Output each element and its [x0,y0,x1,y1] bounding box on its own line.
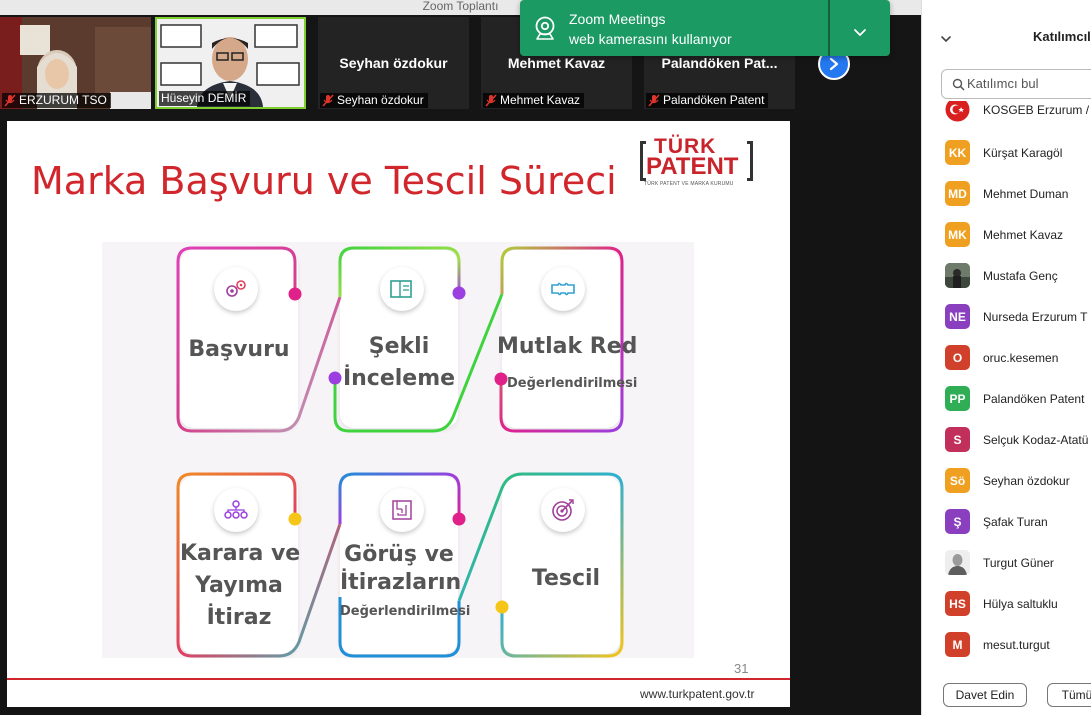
participant-name: Seyhan özdokur [983,474,1070,488]
participant-row[interactable]: KK Kürşat Karagöl [922,136,1091,177]
panel-collapse-button[interactable] [940,30,952,48]
participant-avatar: NE [945,304,970,329]
participant-search[interactable] [941,69,1091,99]
participant-avatar: KK [945,140,970,165]
chevron-right-icon [829,57,839,71]
step-label-basvuru: Başvuru [188,337,290,362]
notification-expand-button[interactable] [853,24,867,42]
participant-name: Turgut Güner [983,556,1054,570]
notification-title: Zoom Meetings [569,11,666,27]
slide-footer-line [7,678,790,680]
notification-divider [828,0,830,56]
video-tile-seyhan-ozdokur[interactable]: Seyhan özdokur Seyhan özdokur [318,17,469,109]
gears-icon [214,267,258,311]
video-tile-erzurum-tso[interactable]: ERZURUM TSO [0,17,151,109]
participant-row[interactable]: KOSGEB Erzurum / [922,101,1091,134]
step-label-sekli-line1: Şekli [368,334,430,359]
muted-mic-icon [322,94,334,107]
step-label-mutlak-red: Mutlak Red [497,334,638,359]
participant-avatar: M [945,632,970,657]
step-label-karara-line1: Karara ve [180,541,301,566]
participant-list: KOSGEB Erzurum / KK Kürşat Karagöl MD Me… [922,101,1091,661]
participant-avatar: Ş [945,509,970,534]
person-photo-avatar-icon [945,550,970,575]
participant-row[interactable]: Mustafa Genç [922,259,1091,300]
participant-name: Mehmet Duman [983,187,1069,201]
participant-row[interactable]: M mesut.turgut [922,628,1091,661]
participant-row[interactable]: MK Mehmet Kavaz [922,218,1091,259]
video-tile-huseyin-demir[interactable]: Hüseyin DEMİR [155,17,306,109]
participant-name: oruc.kesemen [983,351,1059,365]
name-tag: Seyhan özdokur [320,93,428,108]
document-inspect-icon [380,267,424,311]
participant-avatar: O [945,345,970,370]
webcam-usage-notification[interactable]: Zoom Meetings web kamerasını kullanıyor [520,0,890,56]
participant-row[interactable]: MD Mehmet Duman [922,177,1091,218]
participant-avatar: HS [945,591,970,616]
muted-mic-icon [648,94,660,107]
step-label-karara-line3: İtiraz [206,605,272,630]
chevron-down-icon [854,29,866,37]
step-label-sekli-line2: İnceleme [342,366,456,391]
puzzle-icon [541,267,585,311]
participant-name: Nurseda Erzurum T [983,310,1088,324]
participant-name: KOSGEB Erzurum / [983,103,1090,117]
participant-name: Kürşat Karagöl [983,146,1063,160]
name-tag: Hüseyin DEMİR [159,91,251,106]
tile-display-name: Mehmet Kavaz [507,55,606,71]
participant-name: Selçuk Kodaz-Atatü [983,433,1089,447]
step-label-karara-line2: Yayıma [195,573,283,598]
chevron-down-icon [941,36,951,43]
mute-all-button[interactable]: Tümü [1047,683,1091,707]
slide-footer-url: www.turkpatent.gov.tr [640,687,755,701]
flag-avatar-icon [945,101,970,122]
org-chart-icon [214,488,258,532]
participant-row[interactable]: O oruc.kesemen [922,341,1091,382]
participant-avatar: MK [945,222,970,247]
window-title: Zoom Toplantı [422,0,499,13]
photo-avatar-icon [945,263,970,288]
muted-mic-icon [485,94,497,107]
participant-row[interactable]: Ş Şafak Turan [922,505,1091,546]
name-tag: Mehmet Kavaz [483,93,585,108]
invite-button[interactable]: Davet Edin [943,683,1027,707]
maze-icon [380,488,424,532]
webcam-icon [535,16,555,40]
participant-row[interactable]: PP Palandöken Patent [922,382,1091,423]
presentation-slide: Marka Başvuru ve Tescil Süreci TÜRK PATE… [7,121,790,707]
participant-avatar: MD [945,181,970,206]
tile-display-name: Seyhan özdokur [339,55,448,71]
muted-mic-icon [4,94,16,107]
participant-name: mesut.turgut [983,638,1050,652]
participant-row[interactable]: HS Hülya saltuklu [922,587,1091,628]
step-label-tescil: Tescil [531,566,601,591]
slide-page-number: 31 [734,661,749,676]
participant-row[interactable]: Sö Seyhan özdokur [922,464,1091,505]
step-label-gorus-line2: İtirazların [340,570,462,595]
search-icon [952,78,965,91]
participants-panel: Katılımcıla KOSGEB Erzurum / KK Kürşat K… [921,0,1091,715]
participant-name: Mustafa Genç [983,269,1058,283]
participant-avatar: PP [945,386,970,411]
name-tag: ERZURUM TSO [2,93,111,108]
participant-search-input[interactable] [967,76,1091,91]
participant-avatar: Sö [945,468,970,493]
participant-row[interactable]: Turgut Güner [922,546,1091,587]
participant-row[interactable]: S Selçuk Kodaz-Atatü [922,423,1091,464]
participant-name: Palandöken Patent [983,392,1085,406]
panel-title: Katılımcıla [1033,29,1091,44]
step-sub-mutlak-red: Değerlendirilmesi [507,376,638,391]
target-icon [541,488,585,532]
participant-row[interactable]: NE Nurseda Erzurum T [922,300,1091,341]
notification-message: web kamerasını kullanıyor [569,31,732,47]
process-connectors [176,246,624,658]
participant-avatar: S [945,427,970,452]
tile-display-name: Palandöken Pat... [661,55,778,71]
step-sub-gorus: Değerlendirilmesi [340,604,471,619]
participant-name: Şafak Turan [983,515,1048,529]
participant-name: Mehmet Kavaz [983,228,1064,242]
participant-name: Hülya saltuklu [983,597,1058,611]
name-tag: Palandöken Patent [646,93,769,108]
shared-screen-area: Marka Başvuru ve Tescil Süreci TÜRK PATE… [0,121,921,715]
